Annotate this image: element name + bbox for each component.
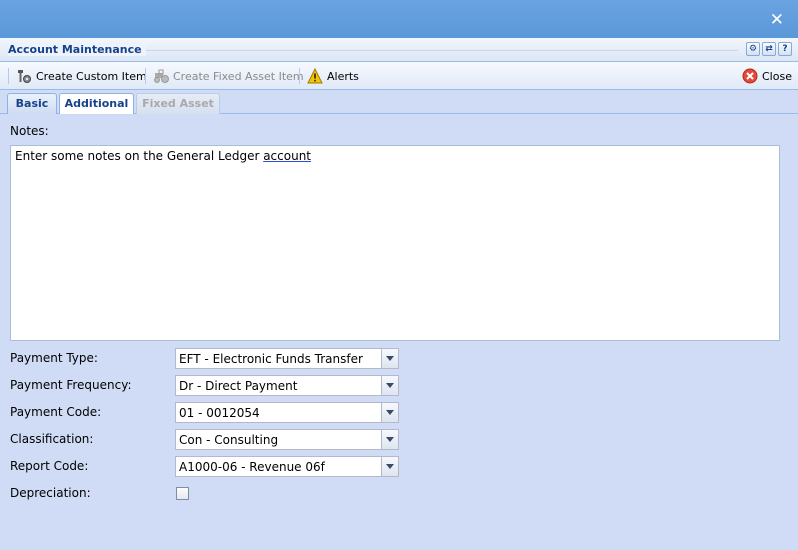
payment-code-value: 01 - 0012054 (179, 406, 260, 420)
tab-strip: Basic Additional Fixed Asset (0, 90, 798, 115)
notes-label: Notes: (10, 124, 49, 138)
notes-textarea[interactable]: Enter some notes on the General Ledger a… (10, 145, 780, 341)
close-button[interactable]: Close (742, 68, 792, 84)
window-title-bar: ✕ (0, 0, 798, 38)
help-icon[interactable]: ? (778, 42, 792, 56)
chevron-down-icon[interactable] (381, 430, 398, 449)
chevron-down-icon[interactable] (381, 457, 398, 476)
panel-title: Account Maintenance (8, 43, 146, 56)
create-fixed-asset-item-label: Create Fixed Asset Item (173, 69, 304, 83)
close-circle-icon (742, 68, 758, 84)
gear-icon[interactable]: ⚙ (746, 42, 760, 56)
tab-basic[interactable]: Basic (7, 93, 57, 114)
report-code-label: Report Code: (10, 459, 89, 473)
chevron-down-icon[interactable] (381, 349, 398, 368)
payment-code-combo[interactable]: 01 - 0012054 (175, 402, 399, 423)
report-code-combo[interactable]: A1000-06 - Revenue 06f (175, 456, 399, 477)
tab-fixed-asset[interactable]: Fixed Asset (136, 93, 220, 114)
payment-frequency-label: Payment Frequency: (10, 378, 132, 392)
toolbar: Create Custom Item Create Fixed Asset It… (0, 62, 798, 90)
payment-frequency-value: Dr - Direct Payment (179, 379, 298, 393)
panel-header: Account Maintenance ⚙ ⇄ ? (0, 38, 798, 62)
payment-code-label: Payment Code: (10, 405, 102, 419)
payment-type-label: Payment Type: (10, 351, 98, 365)
toolbar-separator (145, 68, 146, 84)
toolbar-separator (299, 68, 300, 84)
payment-frequency-combo[interactable]: Dr - Direct Payment (175, 375, 399, 396)
chevron-down-icon[interactable] (381, 376, 398, 395)
warning-icon (307, 67, 323, 84)
form-body: Notes: Enter some notes on the General L… (0, 114, 798, 550)
refresh-icon[interactable]: ⇄ (762, 42, 776, 56)
create-custom-item-button[interactable]: Create Custom Item (16, 68, 147, 84)
window-close-icon[interactable]: ✕ (770, 12, 784, 29)
alerts-button[interactable]: Alerts (307, 67, 359, 84)
create-custom-item-label: Create Custom Item (36, 69, 147, 83)
tractor-icon (153, 68, 169, 84)
depreciation-label: Depreciation: (10, 486, 91, 500)
create-fixed-asset-item-button[interactable]: Create Fixed Asset Item (153, 68, 304, 84)
payment-type-combo[interactable]: EFT - Electronic Funds Transfer (175, 348, 399, 369)
alerts-label: Alerts (327, 69, 359, 83)
depreciation-checkbox[interactable] (176, 487, 189, 500)
chevron-down-icon[interactable] (381, 403, 398, 422)
close-label: Close (762, 69, 792, 83)
payment-type-value: EFT - Electronic Funds Transfer (179, 352, 363, 366)
classification-value: Con - Consulting (179, 433, 279, 447)
panel-tools: ⚙ ⇄ ? (746, 42, 792, 56)
classification-combo[interactable]: Con - Consulting (175, 429, 399, 450)
notes-text: Enter some notes on the General Ledger (15, 149, 264, 163)
classification-label: Classification: (10, 432, 94, 446)
toolbar-separator (8, 68, 9, 84)
notes-misspelled-word: account (263, 149, 312, 163)
custom-item-icon (16, 68, 32, 84)
tab-additional[interactable]: Additional (59, 93, 134, 115)
report-code-value: A1000-06 - Revenue 06f (179, 460, 325, 474)
